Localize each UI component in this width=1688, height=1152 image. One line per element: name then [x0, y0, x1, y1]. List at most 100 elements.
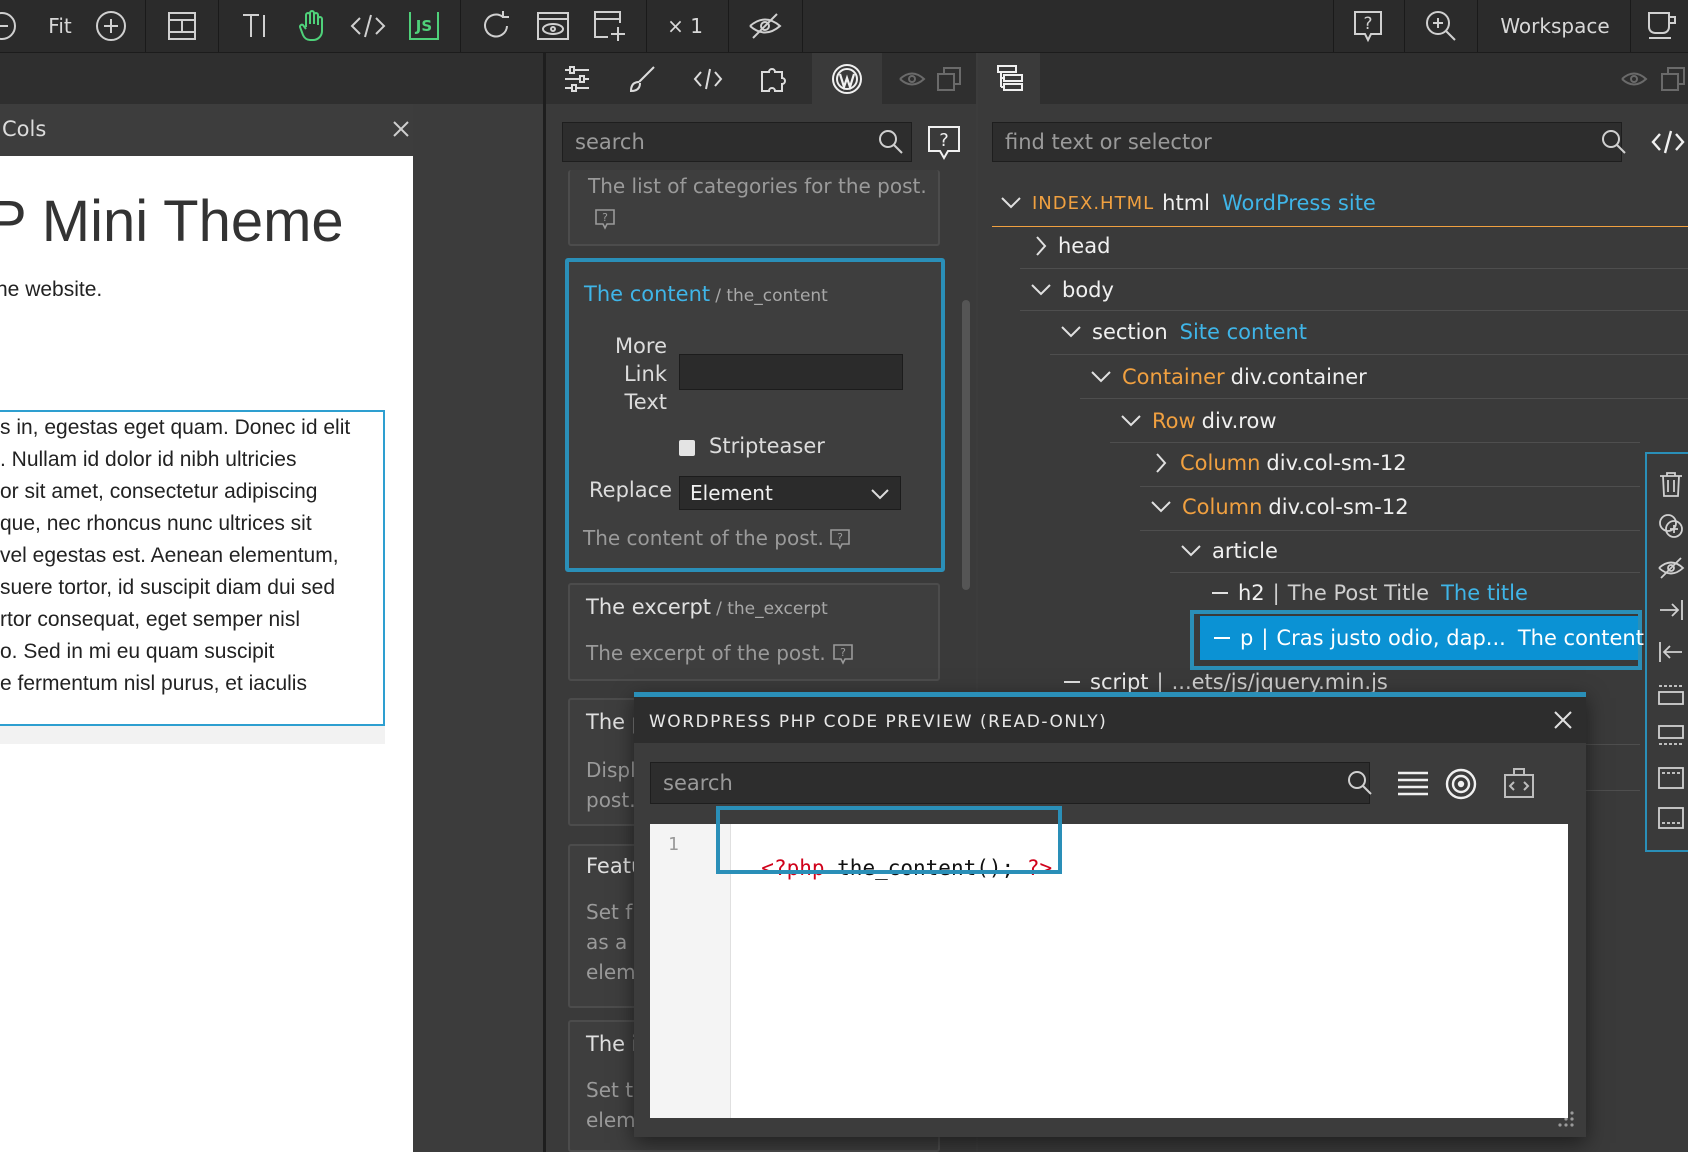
chevron-right-icon[interactable] [1154, 452, 1168, 474]
target-icon[interactable] [1444, 767, 1478, 801]
move-out-icon[interactable] [1657, 638, 1685, 666]
insert-inside-bottom-icon[interactable] [1657, 804, 1685, 832]
svg-text:?: ? [840, 646, 846, 659]
refresh-icon[interactable] [475, 0, 517, 52]
wordpress-tab[interactable] [812, 53, 882, 104]
tree-row-column-2[interactable]: Column div.col-sm-12 [1150, 487, 1409, 527]
fit-button[interactable]: Fit [40, 0, 80, 52]
paragraph-text: s in, egestas eget quam. Donec id elit .… [0, 416, 351, 695]
tree-icon [995, 63, 1025, 93]
chevron-down-icon[interactable] [1090, 370, 1112, 384]
the-content-card[interactable]: The content / the_content More Link Text… [565, 258, 945, 572]
tree-row-container[interactable]: Container div.container [1090, 357, 1367, 397]
zoom-in-icon[interactable] [88, 0, 134, 52]
chevron-down-icon[interactable] [1180, 544, 1202, 558]
replace-label: Replace [589, 478, 673, 502]
chevron-right-icon[interactable] [1034, 235, 1048, 257]
chevron-down-icon[interactable] [1120, 414, 1142, 428]
code-icon[interactable] [345, 0, 391, 52]
svg-text:?: ? [602, 211, 608, 224]
more-link-text-input[interactable] [679, 354, 903, 390]
wrap-lines-icon[interactable] [1396, 769, 1430, 799]
brush-icon[interactable] [612, 53, 672, 104]
add-page-icon[interactable] [588, 0, 632, 52]
multiplier-label[interactable]: × 1 [660, 0, 710, 52]
help-icon[interactable]: ? [926, 124, 962, 162]
the-excerpt-heading: The excerpt / the_excerpt [586, 595, 828, 619]
categories-desc: The list of categories for the post. [588, 174, 927, 198]
copy-icon[interactable] [936, 66, 962, 92]
sliders-icon[interactable] [547, 53, 607, 104]
insert-above-icon[interactable] [1657, 680, 1685, 708]
chevron-down-icon[interactable] [1030, 283, 1052, 297]
trash-icon[interactable] [1657, 470, 1685, 498]
page-tab-label: Cols [2, 117, 47, 141]
replace-select[interactable]: Element [679, 476, 901, 510]
tree-search-input[interactable]: find text or selector [992, 122, 1622, 162]
tree-row-body[interactable]: body [1030, 270, 1114, 310]
search-icon [1346, 769, 1374, 797]
svg-text:?: ? [837, 531, 843, 544]
eye-icon[interactable] [1620, 68, 1648, 90]
eye-off-icon[interactable] [742, 0, 788, 52]
chevron-down-icon [870, 487, 890, 501]
puzzle-icon[interactable] [745, 53, 805, 104]
leaf-dash [1214, 637, 1230, 639]
js-icon[interactable]: JS [400, 0, 448, 52]
layout-icon[interactable] [160, 0, 204, 52]
zoom-icon[interactable] [1418, 0, 1464, 52]
workspace-button[interactable]: Workspace [1490, 0, 1620, 52]
chevron-down-icon[interactable] [1150, 500, 1172, 514]
insert-below-icon[interactable] [1657, 722, 1685, 750]
tree-row-column-1[interactable]: Column div.col-sm-12 [1154, 443, 1407, 483]
tree-row-section[interactable]: section Site content [1060, 312, 1307, 352]
code-tab-icon[interactable] [678, 53, 738, 104]
duplicate-icon[interactable] [1657, 512, 1685, 540]
canvas-header-bar [0, 53, 543, 104]
modal-search-input[interactable]: search [650, 762, 1370, 804]
svg-text:JS: JS [415, 17, 432, 35]
tree-row-head[interactable]: head [1034, 226, 1110, 266]
hand-icon[interactable] [290, 0, 334, 52]
help-small-icon[interactable]: ? [594, 208, 616, 230]
tree-row-row[interactable]: Row div.row [1120, 401, 1277, 441]
tree-row-p-selected[interactable]: p | Cras justo odio, dap... The content [1200, 616, 1644, 660]
zoom-out-icon[interactable] [0, 0, 22, 52]
code-snippet-icon[interactable] [1502, 765, 1536, 801]
chevron-down-icon[interactable] [1060, 325, 1082, 339]
text-icon[interactable] [235, 0, 275, 52]
help-small-icon[interactable]: ? [832, 643, 854, 665]
page-tab: Cols [0, 104, 413, 156]
close-icon[interactable] [1552, 709, 1574, 731]
the-excerpt-card[interactable]: The excerpt / the_excerpt The excerpt of… [568, 583, 940, 681]
move-in-icon[interactable] [1657, 596, 1685, 624]
properties-search-input[interactable]: search [562, 122, 912, 162]
element-actions-toolbar [1645, 452, 1688, 852]
tree-row-html[interactable]: INDEX.HTML html WordPress site [1000, 183, 1376, 223]
stripteaser-checkbox[interactable] [679, 440, 695, 456]
leaf-dash [1212, 592, 1228, 594]
tree-row-h2[interactable]: h2 | The Post Title The title [1212, 573, 1528, 613]
eye-icon[interactable] [898, 68, 926, 90]
svg-text:?: ? [939, 130, 949, 151]
the-content-heading: The content / the_content [584, 282, 828, 306]
help-icon[interactable]: ? [1345, 0, 1391, 52]
tree-tab[interactable] [978, 53, 1040, 104]
doc-title[interactable]: P Mini Theme [0, 188, 344, 255]
code-view-icon[interactable] [1650, 128, 1686, 156]
scrollbar[interactable] [962, 300, 970, 590]
tree-row-article[interactable]: article [1180, 531, 1278, 571]
selected-paragraph[interactable]: s in, egestas eget quam. Donec id elit .… [0, 410, 385, 726]
chevron-down-icon[interactable] [1000, 196, 1022, 210]
insert-inside-top-icon[interactable] [1657, 764, 1685, 792]
preview-icon[interactable] [530, 0, 576, 52]
copy-icon[interactable] [1660, 66, 1686, 92]
cup-icon[interactable] [1640, 0, 1684, 52]
eye-off-icon[interactable] [1657, 554, 1685, 582]
doc-subtitle[interactable]: he website. [0, 274, 102, 306]
close-icon[interactable] [390, 118, 412, 140]
svg-text:?: ? [1363, 14, 1372, 34]
stripteaser-label: Stripteaser [709, 434, 825, 458]
tree-row-p: p | Cras justo odio, dap... The content [1214, 618, 1644, 658]
help-small-icon[interactable]: ? [829, 528, 851, 550]
